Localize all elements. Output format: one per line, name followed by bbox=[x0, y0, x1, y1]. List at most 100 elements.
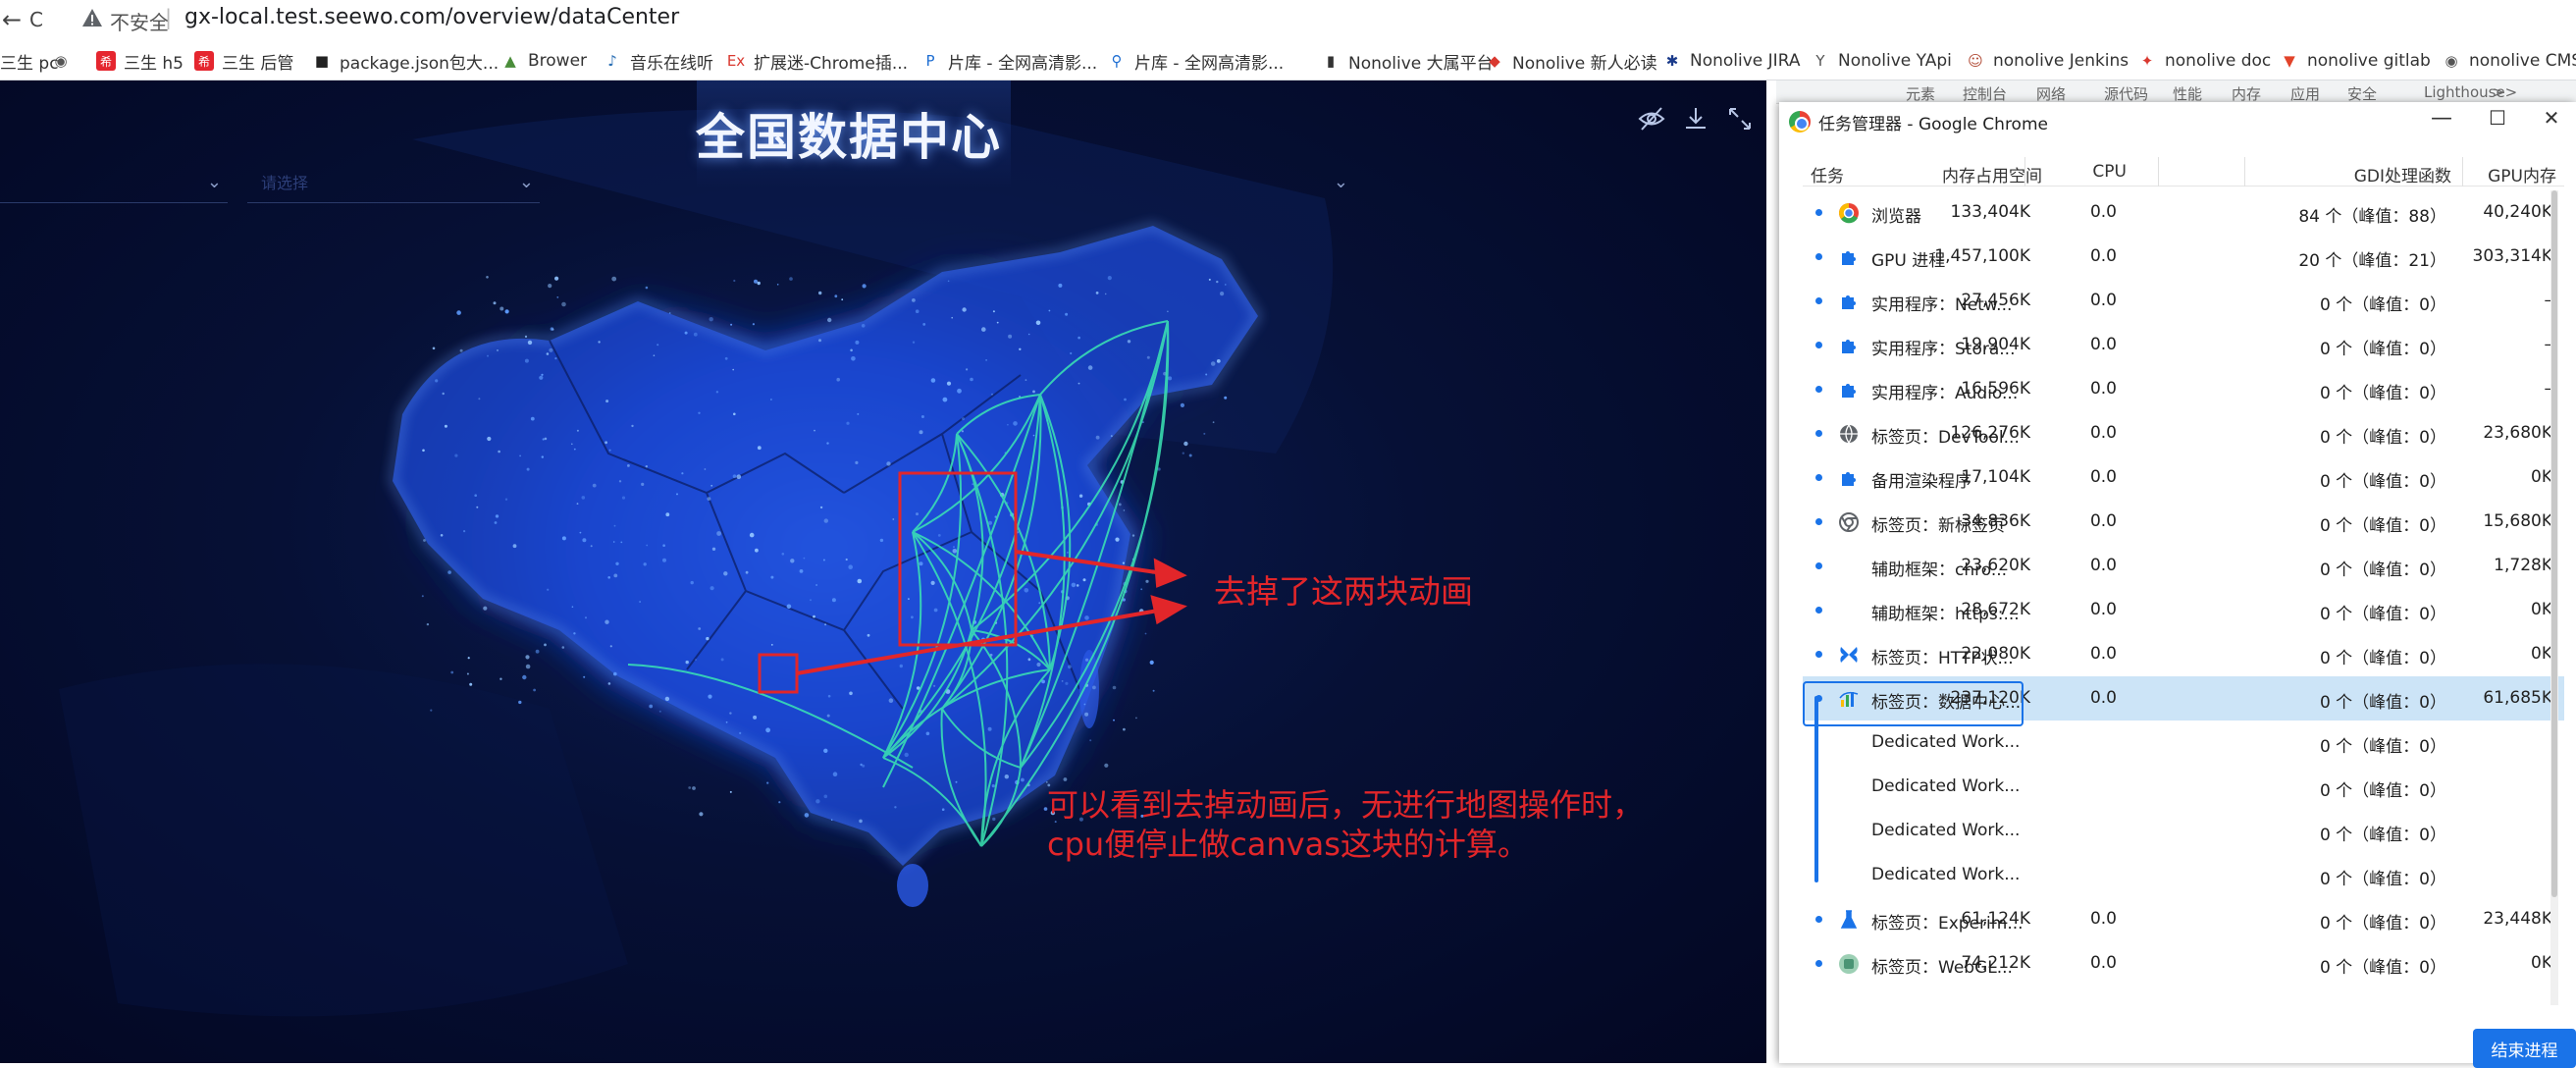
devtools-tab[interactable]: 网络 bbox=[2036, 83, 2066, 104]
city-dot bbox=[861, 324, 866, 328]
task-row[interactable]: Dedicated Work... 0 个（峰值：0） bbox=[1803, 853, 2564, 897]
bookmark-item[interactable]: 希三生 h5 bbox=[96, 49, 184, 74]
eye-off-icon[interactable] bbox=[1637, 104, 1666, 134]
devtools-tab[interactable]: 内存 bbox=[2232, 83, 2261, 104]
city-dot bbox=[1180, 402, 1184, 407]
bookmark-item[interactable]: ■ package.json包大... bbox=[312, 49, 499, 74]
task-row[interactable]: 标签页：DevTool... 126,276K 0.0 0 个（峰值：0） 23,680… bbox=[1803, 411, 2564, 455]
col-cpu[interactable]: CPU bbox=[2092, 162, 2127, 182]
bookmark-item[interactable]: ✱ Nonolive JIRA bbox=[1662, 49, 1801, 73]
task-row[interactable]: 标签页：WebGL... 74,212K 0.0 0 个（峰值：0） 0K bbox=[1803, 941, 2564, 986]
scrollbar-thumb[interactable] bbox=[2551, 190, 2557, 897]
security-label[interactable]: 不安全 bbox=[110, 7, 169, 35]
province-dropdown[interactable]: ⌄ bbox=[0, 162, 228, 203]
task-row[interactable]: 浏览器 133,404K 0.0 84 个（峰值：88） 40,240K bbox=[1803, 190, 2564, 235]
url-field[interactable]: gx-local.test.seewo.com/overview/dataCen… bbox=[184, 5, 679, 29]
task-row[interactable]: 标签页：HTTP状... 22,080K 0.0 0 个（峰值：0） 0K bbox=[1803, 632, 2564, 676]
bookmark-item[interactable]: ♪ 音乐在线听 bbox=[603, 49, 713, 74]
devtools-tab[interactable]: 控制台 bbox=[1963, 83, 2007, 104]
task-row[interactable]: 辅助框架：chro... 23,620K 0.0 0 个（峰值：0） 1,728K bbox=[1803, 544, 2564, 588]
col-gpu[interactable]: GPU内存 bbox=[2488, 162, 2556, 187]
bookmark-item[interactable]: ▮ Nonolive 大属平台 bbox=[1321, 49, 1494, 74]
city-dot bbox=[961, 430, 965, 433]
task-row[interactable]: Dedicated Work... 0 个（峰值：0） bbox=[1803, 721, 2564, 765]
city-dot bbox=[1131, 534, 1135, 537]
back-icon[interactable]: ← bbox=[2, 6, 22, 33]
area-dropdown[interactable]: ⌄ bbox=[1276, 162, 1354, 203]
bookmark-item[interactable]: ☺ nonolive Jenkins bbox=[1966, 49, 2129, 73]
warning-icon[interactable] bbox=[81, 7, 103, 28]
task-row[interactable]: 实用程序：Netw... 27,456K 0.0 0 个（峰值：0） – bbox=[1803, 279, 2564, 323]
fullscreen-icon[interactable] bbox=[1725, 104, 1755, 134]
city-dot bbox=[583, 675, 586, 678]
task-row[interactable]: 标签页：Experim... 61,124K 0.0 0 个（峰值：0） 23,448K bbox=[1803, 897, 2564, 941]
bookmark-label: 片库 - 全网高清影... bbox=[1134, 53, 1285, 74]
city-dot bbox=[912, 341, 916, 344]
task-row[interactable]: Dedicated Work... 0 个（峰值：0） bbox=[1803, 809, 2564, 853]
task-row[interactable]: 实用程序：Stora... 19,904K 0.0 0 个（峰值：0） – bbox=[1803, 323, 2564, 367]
city-dot bbox=[676, 493, 678, 496]
bookmark-label: Nonolive YApi bbox=[1838, 51, 1952, 71]
city-dropdown[interactable]: 请选择 ⌄ bbox=[247, 162, 540, 203]
gdi-value: 0 个（峰值：0） bbox=[2319, 649, 2446, 668]
city-dot bbox=[693, 332, 698, 337]
minimize-button[interactable]: — bbox=[2427, 106, 2456, 135]
bookmark-item[interactable]: ◉ bbox=[51, 49, 71, 73]
bookmark-item[interactable]: ◉ nonolive CMS bbox=[2442, 49, 2576, 73]
task-row[interactable]: 标签页：新标签页 34,836K 0.0 0 个（峰值：0） 15,680K bbox=[1803, 500, 2564, 544]
gdi-value: 0 个（峰值：0） bbox=[2319, 781, 2446, 801]
task-row[interactable]: GPU 进程 1,457,100K 0.0 20 个（峰值：21） 303,314K bbox=[1803, 235, 2564, 279]
city-dot bbox=[850, 348, 853, 352]
city-dot bbox=[732, 368, 734, 371]
webgl-icon bbox=[1839, 954, 1859, 974]
reload-icon[interactable]: C bbox=[29, 8, 43, 31]
city-dot bbox=[1048, 309, 1051, 312]
city-dot bbox=[1182, 452, 1185, 454]
col-memory[interactable]: 内存占用空间 bbox=[1942, 162, 2042, 187]
close-button[interactable]: ✕ bbox=[2537, 106, 2566, 135]
devtools-tab[interactable]: 应用 bbox=[2290, 83, 2320, 104]
col-gdi[interactable]: GDI处理函数 bbox=[2354, 162, 2451, 187]
china-map-canvas[interactable] bbox=[0, 80, 1766, 1063]
bookmark-item[interactable]: 希三生 后管 bbox=[194, 49, 293, 74]
bookmark-item[interactable]: ▲ Brower bbox=[500, 49, 587, 73]
devtools-tab[interactable]: >> bbox=[2493, 83, 2517, 101]
task-row[interactable]: 实用程序：Audio... 16,596K 0.0 0 个（峰值：0） – bbox=[1803, 367, 2564, 411]
city-dot bbox=[1068, 665, 1072, 669]
devtools-tab[interactable]: 元素 bbox=[1906, 83, 1935, 104]
city-dot bbox=[899, 664, 903, 668]
bookmark-item[interactable]: ◆ Nonolive 新人必读 bbox=[1485, 49, 1656, 74]
city-dot bbox=[757, 281, 761, 286]
city-dot bbox=[1224, 396, 1228, 400]
bookmark-item[interactable]: ⚲ 片库 - 全网高清影... bbox=[1107, 49, 1285, 74]
maximize-button[interactable]: ☐ bbox=[2483, 106, 2512, 135]
bookmark-item[interactable]: Ex 扩展迷-Chrome插... bbox=[726, 49, 909, 74]
city-dot bbox=[430, 709, 433, 712]
col-task[interactable]: 任务 bbox=[1811, 162, 1844, 187]
task-row[interactable]: Dedicated Work... 0 个（峰值：0） bbox=[1803, 765, 2564, 809]
yapi-icon: Y bbox=[1815, 52, 1825, 70]
bookmark-item[interactable]: ✦ nonolive doc bbox=[2137, 49, 2272, 73]
bookmark-label: 扩展迷-Chrome插... bbox=[754, 53, 909, 74]
bookmark-item[interactable]: ▼ nonolive gitlab bbox=[2280, 49, 2431, 73]
city-dot bbox=[981, 327, 986, 332]
devtools-tab[interactable]: 安全 bbox=[2347, 83, 2377, 104]
bookmark-item[interactable]: P 片库 - 全网高清影... bbox=[920, 49, 1097, 74]
city-dot bbox=[1144, 632, 1147, 635]
devtools-tab[interactable]: 性能 bbox=[2173, 83, 2202, 104]
task-row[interactable]: 备用渲染程序 17,104K 0.0 0 个（峰值：0） 0K bbox=[1803, 455, 2564, 500]
bookmark-item[interactable]: 三生 pc bbox=[0, 49, 59, 74]
task-scrollbar[interactable] bbox=[2550, 190, 2558, 1005]
city-dot bbox=[493, 301, 497, 305]
download-icon[interactable] bbox=[1681, 104, 1710, 134]
devtools-tab[interactable]: 源代码 bbox=[2104, 83, 2148, 104]
city-dot bbox=[946, 381, 952, 386]
city-dot bbox=[1216, 280, 1219, 284]
task-row[interactable]: 辅助框架：https:... 28,672K 0.0 0 个（峰值：0） 0K bbox=[1803, 588, 2564, 632]
city-dot bbox=[916, 512, 919, 516]
bookmark-item[interactable]: Y Nonolive YApi bbox=[1811, 49, 1952, 73]
end-process-button[interactable]: 结束进程 bbox=[2473, 1029, 2576, 1068]
annotation-note-removed: 去掉了这两块动画 bbox=[1214, 572, 1473, 611]
city-dot bbox=[426, 622, 430, 626]
city-dot bbox=[991, 393, 993, 396]
